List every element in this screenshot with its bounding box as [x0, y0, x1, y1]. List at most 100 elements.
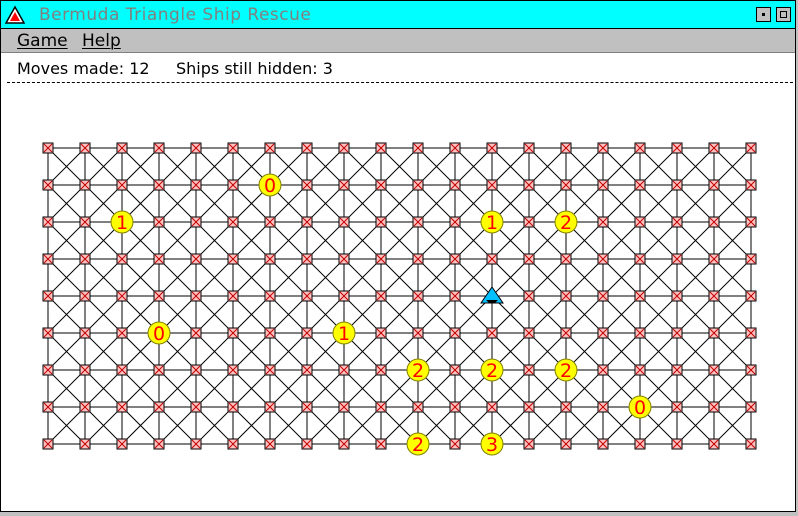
grid-cell[interactable] [264, 401, 276, 413]
grid-cell[interactable] [449, 216, 461, 228]
grid-cell[interactable] [227, 438, 239, 450]
grid-cell[interactable] [116, 401, 128, 413]
grid-cell[interactable] [671, 401, 683, 413]
probe-number[interactable]: 2 [554, 210, 578, 234]
grid-cell[interactable] [745, 401, 757, 413]
probe-number[interactable]: 2 [554, 358, 578, 382]
grid-cell[interactable] [264, 327, 276, 339]
grid-cell[interactable] [671, 327, 683, 339]
grid-cell[interactable] [79, 438, 91, 450]
grid-cell[interactable] [745, 364, 757, 376]
grid-cell[interactable] [412, 253, 424, 265]
grid-cell[interactable] [375, 401, 387, 413]
grid-cell[interactable] [412, 216, 424, 228]
probe-number[interactable]: 2 [480, 358, 504, 382]
grid-cell[interactable] [486, 253, 498, 265]
grid-cell[interactable] [597, 253, 609, 265]
grid-cell[interactable] [449, 179, 461, 191]
grid-cell[interactable] [560, 142, 572, 154]
grid-cell[interactable] [375, 142, 387, 154]
grid-cell[interactable] [116, 364, 128, 376]
grid-cell[interactable] [597, 438, 609, 450]
grid-cell[interactable] [227, 364, 239, 376]
grid-cell[interactable] [597, 290, 609, 302]
grid-cell[interactable] [671, 290, 683, 302]
grid-cell[interactable] [597, 216, 609, 228]
grid-cell[interactable] [671, 438, 683, 450]
grid-cell[interactable] [264, 290, 276, 302]
grid-cell[interactable] [597, 327, 609, 339]
grid-cell[interactable] [42, 142, 54, 154]
grid-cell[interactable] [671, 179, 683, 191]
grid-cell[interactable] [412, 179, 424, 191]
grid-cell[interactable] [745, 216, 757, 228]
grid-cell[interactable] [42, 401, 54, 413]
grid-cell[interactable] [523, 216, 535, 228]
grid-cell[interactable] [745, 438, 757, 450]
grid-cell[interactable] [190, 216, 202, 228]
grid-cell[interactable] [301, 401, 313, 413]
grid-cell[interactable] [116, 438, 128, 450]
grid-cell[interactable] [338, 401, 350, 413]
probe-number[interactable]: 0 [628, 395, 652, 419]
grid-cell[interactable] [671, 216, 683, 228]
grid-cell[interactable] [523, 401, 535, 413]
grid-cell[interactable] [375, 216, 387, 228]
grid-cell[interactable] [227, 179, 239, 191]
grid-cell[interactable] [153, 290, 165, 302]
grid-cell[interactable] [634, 438, 646, 450]
grid-cell[interactable] [375, 327, 387, 339]
game-board[interactable]: 0 1 1 2 0 1 2 2 2 0 2 3 [1, 1, 797, 513]
grid-cell[interactable] [486, 142, 498, 154]
grid-cell[interactable] [264, 216, 276, 228]
grid-cell[interactable] [116, 327, 128, 339]
grid-cell[interactable] [597, 401, 609, 413]
grid-cell[interactable] [79, 290, 91, 302]
grid-cell[interactable] [634, 364, 646, 376]
grid-cell[interactable] [79, 179, 91, 191]
grid-cell[interactable] [190, 327, 202, 339]
grid-cell[interactable] [153, 142, 165, 154]
grid-cell[interactable] [227, 327, 239, 339]
grid-cell[interactable] [375, 290, 387, 302]
grid-cell[interactable] [560, 438, 572, 450]
grid-cell[interactable] [153, 216, 165, 228]
grid-cell[interactable] [634, 290, 646, 302]
grid-cell[interactable] [42, 253, 54, 265]
grid-cell[interactable] [190, 438, 202, 450]
grid-cell[interactable] [449, 401, 461, 413]
grid-cell[interactable] [560, 327, 572, 339]
grid-cell[interactable] [523, 253, 535, 265]
probe-number[interactable]: 1 [110, 210, 134, 234]
grid-cell[interactable] [153, 401, 165, 413]
grid-cell[interactable] [412, 327, 424, 339]
grid-cell[interactable] [338, 438, 350, 450]
grid-cell[interactable] [79, 327, 91, 339]
grid-cell[interactable] [449, 364, 461, 376]
grid-cell[interactable] [634, 142, 646, 154]
grid-cell[interactable] [375, 364, 387, 376]
grid-cell[interactable] [634, 216, 646, 228]
grid-cell[interactable] [190, 290, 202, 302]
grid-cell[interactable] [375, 179, 387, 191]
grid-cell[interactable] [42, 179, 54, 191]
grid-cell[interactable] [116, 253, 128, 265]
grid-cell[interactable] [338, 290, 350, 302]
grid-cell[interactable] [338, 216, 350, 228]
grid-cell[interactable] [449, 290, 461, 302]
grid-cell[interactable] [338, 364, 350, 376]
grid-cell[interactable] [227, 290, 239, 302]
grid-cell[interactable] [745, 179, 757, 191]
grid-cell[interactable] [153, 364, 165, 376]
grid-cell[interactable] [301, 290, 313, 302]
grid-cell[interactable] [79, 216, 91, 228]
grid-cell[interactable] [301, 142, 313, 154]
grid-cell[interactable] [634, 327, 646, 339]
grid-cell[interactable] [708, 327, 720, 339]
grid-cell[interactable] [301, 179, 313, 191]
grid-cell[interactable] [116, 142, 128, 154]
grid-cell[interactable] [338, 142, 350, 154]
grid-cell[interactable] [449, 327, 461, 339]
grid-cell[interactable] [264, 438, 276, 450]
probe-number[interactable]: 1 [332, 321, 356, 345]
